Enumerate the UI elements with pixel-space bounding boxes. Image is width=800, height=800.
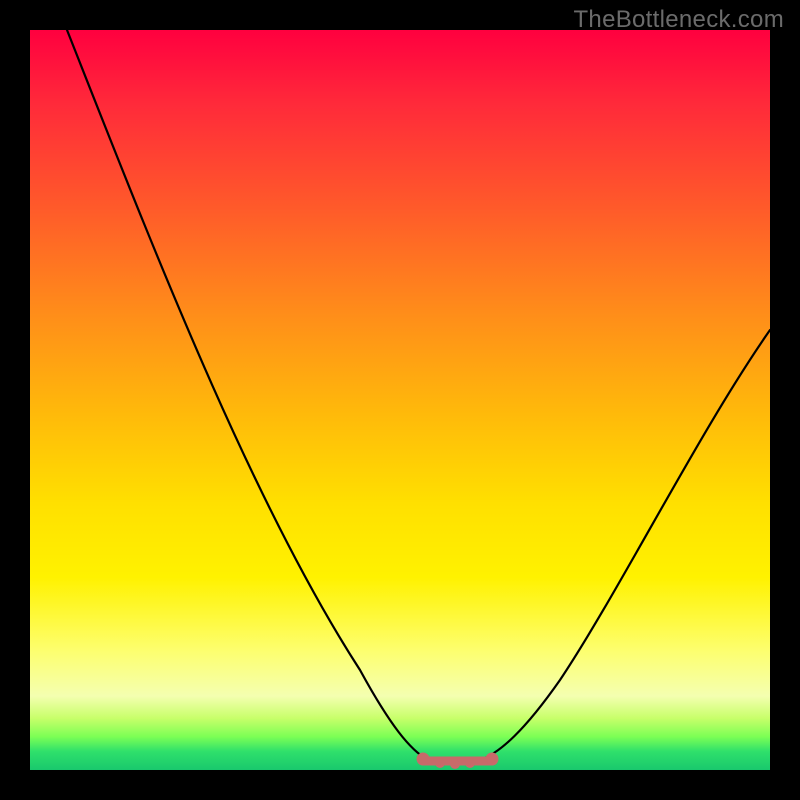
bottleneck-curve-svg [30, 30, 770, 770]
bottleneck-curve-path [67, 30, 770, 764]
chart-frame: TheBottleneck.com [0, 0, 800, 800]
watermark-text: TheBottleneck.com [573, 6, 784, 34]
plot-area [30, 30, 770, 770]
optimal-range-marker [417, 753, 498, 769]
